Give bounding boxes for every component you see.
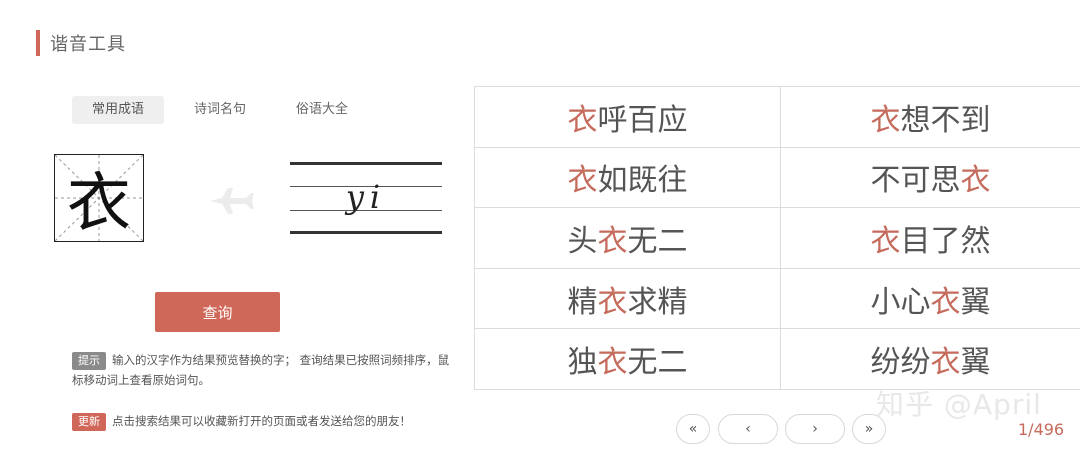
result-text-after: 如既往 (597, 163, 688, 199)
result-highlight-char: 衣 (930, 345, 961, 381)
page-header: 谐音工具 (36, 30, 126, 56)
result-item[interactable]: 独衣无二 (475, 329, 781, 390)
result-highlight-char: 衣 (870, 223, 901, 259)
result-text-before: 不可思 (870, 163, 961, 199)
prev-page-button[interactable]: ‹ (718, 414, 778, 444)
tab-poems[interactable]: 诗词名句 (174, 96, 266, 124)
result-text-after: 翼 (960, 345, 991, 381)
result-highlight-char: 衣 (960, 163, 991, 199)
input-character: 衣 (67, 167, 131, 241)
result-highlight-char: 衣 (930, 284, 961, 320)
result-text-after: 呼百应 (597, 102, 688, 138)
update-text: 点击搜索结果可以收藏新打开的页面或者发送给您的朋友！ (112, 414, 411, 428)
result-text-after: 翼 (960, 284, 991, 320)
result-text-after: 无二 (627, 223, 688, 259)
plane-arrow-icon (208, 186, 254, 220)
result-highlight-char: 衣 (597, 223, 628, 259)
result-text-after: 求精 (627, 284, 688, 320)
result-item[interactable]: 衣想不到 (781, 87, 1080, 148)
result-text-after: 无二 (627, 345, 688, 381)
result-item[interactable]: 衣呼百应 (475, 87, 781, 148)
result-highlight-char: 衣 (597, 284, 628, 320)
result-text-before: 纷纷 (870, 345, 931, 381)
last-page-button[interactable]: » (852, 414, 886, 444)
page-indicator: 1/496 (1018, 420, 1065, 439)
watermark: 知乎 @April (876, 388, 1042, 421)
header-accent-bar (36, 30, 40, 56)
result-highlight-char: 衣 (567, 102, 598, 138)
pinyin-line-top (290, 162, 442, 165)
result-text-before: 头 (567, 223, 598, 259)
result-text-after: 想不到 (900, 102, 991, 138)
hint-text: 输入的汉字作为结果预览替换的字； 查询结果已按照词频排序，鼠标移动词上查看原始词… (72, 353, 450, 387)
category-tabs: 常用成语 诗词名句 俗语大全 (72, 96, 368, 124)
results-grid: 衣呼百应衣想不到衣如既往 不可思衣头衣无二衣目了然精衣求精 小心衣翼独衣无二 纷纷衣翼 (474, 86, 1080, 390)
result-item[interactable]: 不可思衣 (781, 148, 1080, 209)
tab-sayings[interactable]: 俗语大全 (276, 96, 368, 124)
result-text-after: 目了然 (900, 223, 991, 259)
tab-common-idioms[interactable]: 常用成语 (72, 96, 165, 124)
hint-badge: 提示 (72, 351, 106, 370)
pinyin-text: yi (345, 178, 387, 216)
result-text-before: 独 (567, 345, 598, 381)
search-button[interactable]: 查询 (155, 292, 280, 332)
result-item[interactable]: 小心衣翼 (781, 269, 1080, 330)
pinyin-display: yi (290, 160, 442, 236)
update-badge: 更新 (72, 412, 106, 431)
result-text-before: 小心 (870, 284, 931, 320)
result-item[interactable]: 衣如既往 (475, 147, 781, 209)
page-title: 谐音工具 (50, 34, 126, 55)
result-highlight-char: 衣 (567, 163, 598, 199)
character-input-grid[interactable]: 衣 (54, 154, 144, 242)
first-page-button[interactable]: « (676, 414, 710, 444)
next-page-button[interactable]: › (785, 414, 845, 444)
result-item[interactable]: 精衣求精 (475, 268, 781, 330)
result-highlight-char: 衣 (597, 345, 628, 381)
pinyin-line-bottom (290, 231, 442, 234)
result-highlight-char: 衣 (870, 102, 901, 138)
hint-note: 提示 输入的汉字作为结果预览替换的字； 查询结果已按照词频排序，鼠标移动词上查看原… (72, 350, 450, 390)
result-item[interactable]: 头衣无二 (475, 208, 781, 269)
result-item[interactable]: 纷纷衣翼 (781, 329, 1080, 390)
result-item[interactable]: 衣目了然 (781, 208, 1080, 269)
result-text-before: 精 (567, 284, 598, 320)
update-note: 更新 点击搜索结果可以收藏新打开的页面或者发送给您的朋友！ (72, 411, 411, 431)
